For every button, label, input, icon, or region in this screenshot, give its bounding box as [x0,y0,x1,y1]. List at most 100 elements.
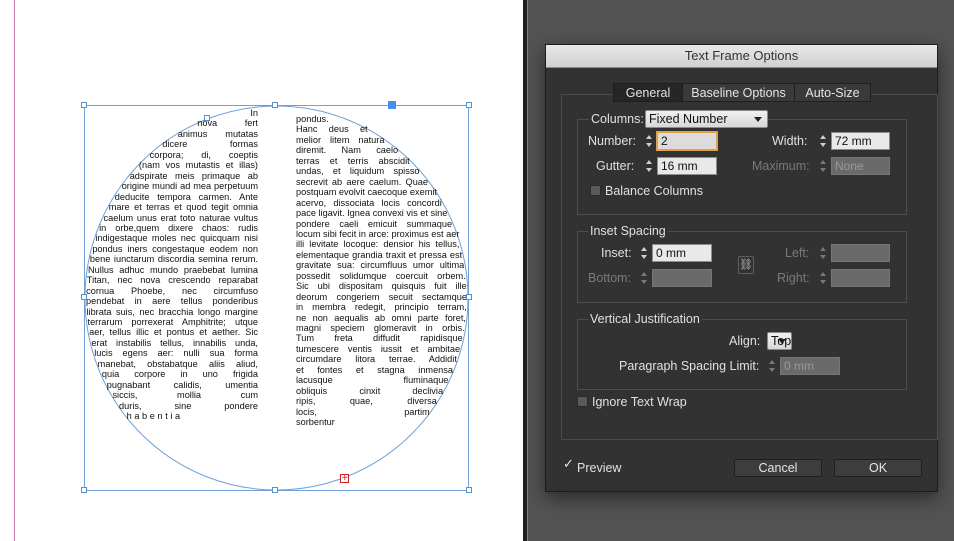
text-line: secrevit ab aere caelum. Quae [296,176,429,187]
inset-stepper[interactable] [639,244,649,262]
chevron-down-icon [754,117,762,122]
text-line: manebat, obstabatque aliis aliud, [97,358,258,369]
text-line: possedit solidumque coercuit orbem. [296,270,466,281]
stepper-down-icon[interactable] [641,255,647,259]
number-label: Number: [588,134,636,148]
stepper-down-icon[interactable] [646,143,652,147]
tab-auto-size[interactable]: Auto-Size [794,83,871,102]
left-stepper [818,244,828,262]
maximum-label: Maximum: [752,159,810,173]
stepper-up-icon[interactable] [646,135,652,139]
text-line: elementaque grandia traxit et pressa est [296,249,463,260]
text-line: ripis, quae, diversa [296,396,437,407]
tab-general[interactable]: General [613,83,683,102]
paragraph-spacing-limit-label: Paragraph Spacing Limit: [619,359,760,373]
number-input[interactable]: 2 [656,131,718,151]
text-line: habentia [126,411,183,422]
text-line: origine mundi ad mea perpetuum [121,181,258,192]
stepper-down-icon [820,168,826,172]
right-input [831,269,890,287]
stepper-down-icon [769,368,775,372]
text-line: in orbe,quem dixere chaos: rudis [99,222,258,233]
text-line: terrarum porrexerat Amphitrite; utque [87,317,258,327]
maximum-stepper [818,157,828,175]
width-label: Width: [772,134,808,148]
text-line: tumescere ventis iussit et ambitae [296,343,461,354]
resize-handle-top-middle[interactable] [272,102,278,108]
chain-link-icon[interactable]: ⛓ [738,256,754,274]
text-line: quia corpore in uno frigida [101,369,258,380]
paragraph-spacing-limit-input: 0 mm [780,357,840,375]
number-stepper[interactable] [644,132,654,150]
stepper-down-icon[interactable] [646,168,652,172]
gutter-stepper[interactable] [644,157,654,175]
chevron-down-icon [778,339,787,344]
stepper-up-icon [769,360,775,364]
column-handle-left[interactable] [204,115,210,121]
text-line: indigestaque moles nec quicquam nisi [95,233,258,244]
text-line: locum sibi fecit in arce: proximus est a… [296,228,460,239]
inset-spacing-title: Inset Spacing [588,224,668,238]
stepper-up-icon[interactable] [646,160,652,164]
text-line: pondus. [296,114,329,124]
page-margin-guide [14,0,15,541]
width-input[interactable]: 72 mm [831,132,890,150]
text-line: locis, partim [296,406,430,417]
text-line: deducite tempora carmen. Ante [114,191,258,202]
text-line: Nullus adhuc mundo praebebat lumina [88,264,258,275]
resize-handle-bottom-left[interactable] [81,487,87,493]
inset-label: Inset: [601,246,632,260]
stepper-down-icon[interactable] [820,143,826,147]
text-line: postquam evolvit caecoque exemit [296,187,437,198]
stepper-up-icon [820,272,826,276]
stepper-up-icon[interactable] [820,135,826,139]
text-line: librata suis, nec bracchia longo margine [86,306,258,317]
text-line: (nam vos mutastis et illas) [138,160,258,171]
resize-handle-bottom-middle[interactable] [272,487,278,493]
overset-text-icon[interactable]: + [340,474,349,483]
text-line: obliquis cinxit declivia [296,385,444,396]
dialog-title: Text Frame Options [546,45,937,68]
align-select[interactable]: Top [767,332,793,350]
right-stepper [818,269,828,287]
width-stepper[interactable] [818,132,828,150]
stepper-down-icon [641,280,647,284]
ignore-text-wrap-checkbox[interactable] [577,396,588,407]
text-line: pondere caeli emicuit summaque [296,218,453,229]
in-port-handle[interactable] [388,101,396,109]
stepper-up-icon [820,247,826,251]
tab-baseline-options[interactable]: Baseline Options [682,83,795,102]
maximum-input: None [831,157,890,175]
cancel-button[interactable]: Cancel [734,459,822,477]
columns-label: Columns: [589,112,646,126]
text-line: magni speciem glomeravit in orbis. [296,323,465,333]
resize-handle-top-right[interactable] [466,102,472,108]
ok-button[interactable]: OK [834,459,922,477]
gutter-input[interactable]: 16 mm [657,157,717,175]
text-line: caelum unus erat toto naturae vultus [103,212,258,223]
columns-mode-value: Fixed Number [649,112,728,126]
stepper-up-icon[interactable] [641,247,647,251]
text-line: in membra redegit, principio terram, [296,302,467,313]
text-line: sorbentur [296,417,335,428]
vertical-justification-title: Vertical Justification [588,312,702,326]
text-line: dicere formas [162,139,258,150]
balance-columns-checkbox[interactable] [590,185,601,196]
preview-checkbox[interactable]: ✓ [563,458,574,471]
text-line: Titan, nec nova crescendo reparabat [86,275,258,286]
paragraph-spacing-limit-stepper [767,357,777,375]
resize-handle-middle-right[interactable] [466,294,472,300]
gutter-label: Gutter: [596,159,635,173]
text-line: mare et terras et quod tegit omnia [108,202,258,213]
text-line: pugnabant calidis, umentia [106,379,258,390]
inset-input[interactable]: 0 mm [652,244,712,262]
text-line: gravitate sua: circumfluus umor ultima [296,260,465,271]
columns-mode-select[interactable]: Fixed Number [645,110,768,128]
balance-columns-label: Balance Columns [605,184,703,198]
resize-handle-middle-left[interactable] [81,294,87,300]
resize-handle-bottom-right[interactable] [466,487,472,493]
text-line: lacusque fluminaque [296,375,449,386]
stepper-up-icon [820,160,826,164]
resize-handle-top-left[interactable] [81,102,87,108]
preview-label: Preview [577,461,622,475]
